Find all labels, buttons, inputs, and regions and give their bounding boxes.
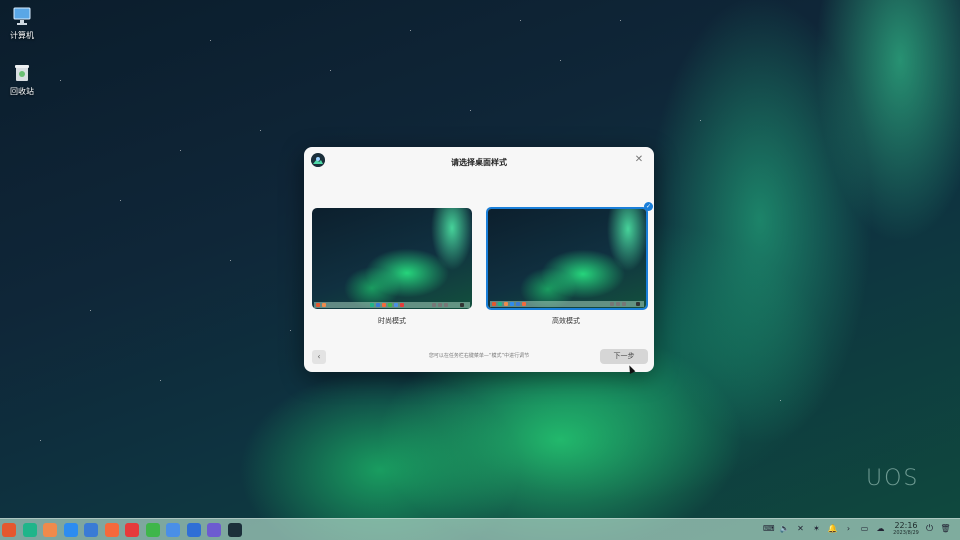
option-label-efficient: 高效模式 (552, 317, 580, 325)
clock-date: 2023/8/29 (893, 530, 919, 536)
style-option-fashion[interactable] (312, 208, 472, 309)
style-option-efficient[interactable] (486, 207, 648, 310)
notification-icon[interactable]: 🔔 (827, 523, 838, 535)
calendar-icon[interactable] (145, 523, 160, 537)
text-editor-icon[interactable] (186, 523, 201, 537)
app-store-icon[interactable] (63, 523, 78, 537)
multitask-view-icon[interactable] (22, 523, 37, 537)
file-manager-icon[interactable] (43, 523, 57, 537)
option-label-fashion: 时尚模式 (378, 317, 406, 325)
cloud-icon[interactable]: ☁ (875, 523, 886, 535)
desktop-icon-label: 回收站 (10, 87, 34, 96)
clock-time: 22:16 (894, 521, 918, 530)
trash-icon[interactable]: 🗑 (940, 523, 951, 535)
clock[interactable]: 22:16 2023/8/29 (888, 521, 924, 537)
video-icon[interactable] (125, 523, 139, 537)
power-icon[interactable]: ⏻ (924, 523, 935, 535)
desktop-icon-trash[interactable]: 回收站 (0, 62, 44, 97)
desktop-icon-computer[interactable]: 计算机 (0, 6, 44, 41)
welcome-icon[interactable] (227, 523, 242, 537)
keyboard-icon[interactable]: ⌨ (763, 523, 775, 535)
preview-taskbar (314, 302, 470, 308)
preview-taskbar (490, 301, 644, 307)
music-icon[interactable] (104, 523, 119, 537)
taskbar: ⌨ 🔈 ✕ ✶ 🔔 › ▭ ☁ 22:16 2023/8/29 ⏻ 🗑 (0, 518, 960, 540)
network-icon[interactable]: ✕ (795, 523, 806, 535)
preview-wallpaper (312, 208, 472, 309)
selected-check-icon: ✓ (644, 202, 653, 211)
bluetooth-icon[interactable]: ✶ (811, 523, 822, 535)
volume-icon[interactable]: 🔈 (779, 523, 790, 535)
trash-icon (12, 62, 32, 82)
next-button[interactable]: 下一步 (600, 349, 648, 364)
screen-icon[interactable]: ▭ (859, 523, 870, 535)
preview-wallpaper (488, 209, 646, 308)
dialog-title: 请选择桌面样式 (451, 158, 507, 167)
launcher-icon[interactable] (2, 523, 16, 537)
computer-icon (12, 6, 32, 26)
expand-tray-icon[interactable]: › (843, 523, 854, 535)
document-viewer-icon[interactable] (166, 523, 180, 537)
browser-icon[interactable] (84, 523, 98, 537)
uos-watermark: UOS (866, 466, 920, 491)
desktop-style-dialog: 请选择桌面样式 ✕ ✓ 时尚模式 高效模式 ‹ 您可以在任务栏右键菜单—“模式”… (304, 147, 654, 372)
close-icon[interactable]: ✕ (632, 153, 646, 167)
desktop-icon-label: 计算机 (10, 31, 34, 40)
settings-icon[interactable] (207, 523, 221, 537)
